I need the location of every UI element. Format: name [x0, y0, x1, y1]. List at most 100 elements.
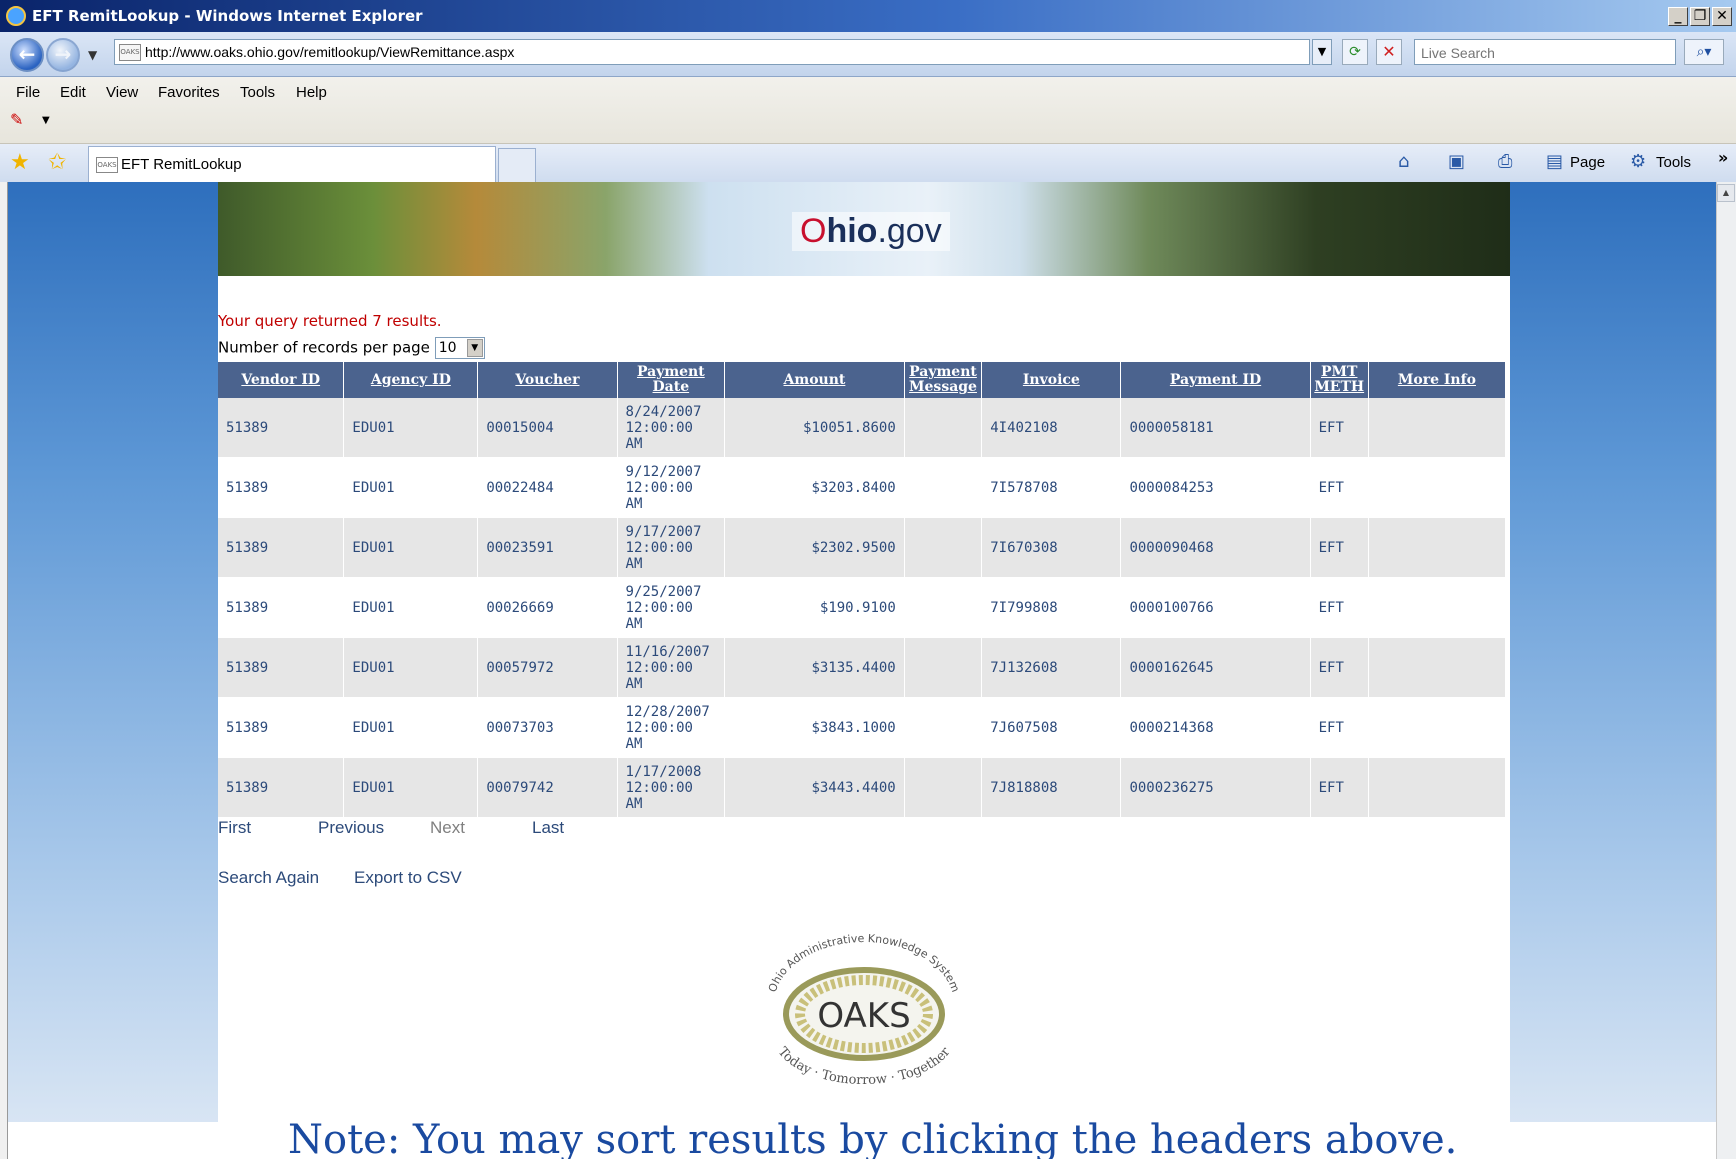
menu-tools[interactable]: Tools [240, 84, 275, 101]
cell-pmt-meth: EFT [1310, 637, 1369, 698]
site-favicon-icon: OAKS [119, 44, 141, 61]
cell-invoice: 7J132608 [981, 637, 1122, 698]
favorites-center-icon[interactable]: ★ [10, 150, 30, 175]
cell-pmt-meth: EFT [1310, 757, 1369, 818]
window-title-bar: EFT RemitLookup - Windows Internet Explo… [0, 0, 1736, 32]
records-per-page-select[interactable]: 10 ▼ [434, 337, 485, 359]
sort-header-amount[interactable]: Amount [724, 362, 905, 398]
table-row: 51389 EDU01 00073703 12/28/2007 12:00:00… [218, 697, 1507, 758]
pager-previous-link[interactable]: Previous [318, 818, 384, 838]
tab-bar: ★ ✩ OAKS EFT RemitLookup ⌂ ▣ ⎙ ▤ Page ⚙ … [0, 144, 1736, 183]
page-menu-button[interactable]: Page [1570, 154, 1605, 171]
pager-last-link[interactable]: Last [532, 818, 564, 838]
pager-next-link: Next [430, 818, 465, 837]
cell-payment-message [904, 457, 983, 518]
print-icon[interactable]: ⎙ [1498, 151, 1512, 172]
add-favorite-icon[interactable]: ✩ [48, 150, 66, 175]
menu-bar: File Edit View Favorites Tools Help ✎ ▼ [0, 77, 1736, 144]
cell-vendor-id: 51389 [218, 577, 345, 638]
cell-payment-id: 0000084253 [1120, 457, 1311, 518]
refresh-button[interactable]: ⟳ [1342, 39, 1368, 65]
sort-header-agency-id[interactable]: Agency ID [343, 362, 479, 398]
page-content: Ohio.gov Your query returned 7 results. … [218, 182, 1510, 1122]
forward-button[interactable]: → [46, 38, 80, 72]
cell-vendor-id: 51389 [218, 517, 345, 578]
cell-amount: $3135.4400 [724, 637, 905, 698]
cell-pmt-meth: EFT [1310, 457, 1369, 518]
url-text: http://www.oaks.ohio.gov/remitlookup/Vie… [145, 44, 515, 60]
sort-note-text: Note: You may sort results by clicking t… [288, 1117, 1458, 1159]
cell-invoice: 7I799808 [981, 577, 1122, 638]
cell-payment-message [904, 697, 983, 758]
cell-pmt-meth: EFT [1310, 398, 1369, 458]
restore-button[interactable]: ❐ [1690, 7, 1710, 26]
sort-header-payment-id[interactable]: Payment ID [1120, 362, 1311, 398]
cell-more-info [1368, 697, 1507, 758]
vertical-scrollbar[interactable]: ▲ [1716, 182, 1736, 1159]
url-field[interactable]: OAKS http://www.oaks.ohio.gov/remitlooku… [114, 39, 1310, 65]
table-row: 51389 EDU01 00079742 1/17/2008 12:00:00 … [218, 757, 1507, 818]
cell-payment-id: 0000236275 [1120, 757, 1311, 818]
export-csv-link[interactable]: Export to CSV [354, 868, 462, 888]
cell-voucher: 00015004 [477, 398, 618, 458]
cell-voucher: 00073703 [477, 697, 618, 758]
cell-payment-date: 9/25/2007 12:00:00 AM [617, 577, 726, 638]
sort-header-payment-message[interactable]: Payment Message [904, 362, 983, 398]
menu-favorites[interactable]: Favorites [158, 84, 220, 101]
cell-payment-date: 8/24/2007 12:00:00 AM [617, 398, 726, 458]
cell-agency-id: EDU01 [343, 637, 479, 698]
sort-header-pmt-meth[interactable]: PMT METH [1310, 362, 1369, 398]
menu-file[interactable]: File [16, 84, 40, 101]
menu-edit[interactable]: Edit [60, 84, 86, 101]
scroll-up-icon[interactable]: ▲ [1717, 184, 1735, 202]
new-tab-button[interactable] [498, 148, 536, 182]
search-button[interactable]: ⌕▾ [1684, 39, 1724, 65]
cell-voucher: 00023591 [477, 517, 618, 578]
cell-payment-date: 12/28/2007 12:00:00 AM [617, 697, 726, 758]
live-search-input[interactable] [1419, 41, 1663, 65]
tools-menu-button[interactable]: Tools [1656, 154, 1691, 171]
sort-header-more-info[interactable]: More Info [1368, 362, 1507, 398]
menu-help[interactable]: Help [296, 84, 327, 101]
table-row: 51389 EDU01 00026669 9/25/2007 12:00:00 … [218, 577, 1507, 638]
search-again-link[interactable]: Search Again [218, 868, 319, 888]
sort-header-payment-date[interactable]: Payment Date [617, 362, 726, 398]
sort-header-invoice[interactable]: Invoice [981, 362, 1122, 398]
cell-agency-id: EDU01 [343, 757, 479, 818]
cell-amount: $10051.8600 [724, 398, 905, 458]
sort-header-voucher[interactable]: Voucher [477, 362, 618, 398]
tab-eft-remitlookup[interactable]: OAKS EFT RemitLookup [88, 146, 496, 182]
cell-invoice: 7J607508 [981, 697, 1122, 758]
cell-more-info [1368, 757, 1507, 818]
pdf-dropdown-icon[interactable]: ▼ [42, 115, 50, 126]
chevron-more-icon[interactable]: » [1718, 148, 1728, 167]
cell-more-info [1368, 637, 1507, 698]
cell-vendor-id: 51389 [218, 697, 345, 758]
cell-agency-id: EDU01 [343, 517, 479, 578]
stop-button[interactable]: ✕ [1376, 39, 1402, 65]
history-dropdown-icon[interactable]: ▼ [88, 48, 97, 62]
url-dropdown-button[interactable]: ▼ [1312, 39, 1332, 65]
oaks-logo: Ohio Administrative Knowledge System OAK… [766, 934, 962, 1084]
cell-payment-id: 0000100766 [1120, 577, 1311, 638]
sort-header-vendor-id[interactable]: Vendor ID [218, 362, 345, 398]
cell-vendor-id: 51389 [218, 398, 345, 458]
cell-voucher: 00022484 [477, 457, 618, 518]
sort-note-banner: Note: You may sort results by clicking t… [8, 1117, 1716, 1159]
chevron-down-icon: ▼ [466, 339, 483, 357]
menu-view[interactable]: View [106, 84, 138, 101]
cell-payment-message [904, 398, 983, 458]
minimize-button[interactable]: _ [1668, 7, 1688, 26]
home-icon[interactable]: ⌂ [1398, 151, 1409, 172]
cell-agency-id: EDU01 [343, 577, 479, 638]
back-button[interactable]: ← [10, 38, 44, 72]
page-viewport: Ohio.gov Your query returned 7 results. … [8, 182, 1716, 1159]
close-button[interactable]: ✕ [1712, 7, 1732, 26]
cell-invoice: 7I670308 [981, 517, 1122, 578]
cell-amount: $3203.8400 [724, 457, 905, 518]
pdf-convert-icon[interactable]: ✎ [10, 110, 30, 130]
cell-payment-id: 0000214368 [1120, 697, 1311, 758]
ohio-gov-logo[interactable]: Ohio.gov [792, 212, 950, 251]
pager-first-link[interactable]: First [218, 818, 251, 838]
feeds-icon[interactable]: ▣ [1448, 151, 1465, 172]
